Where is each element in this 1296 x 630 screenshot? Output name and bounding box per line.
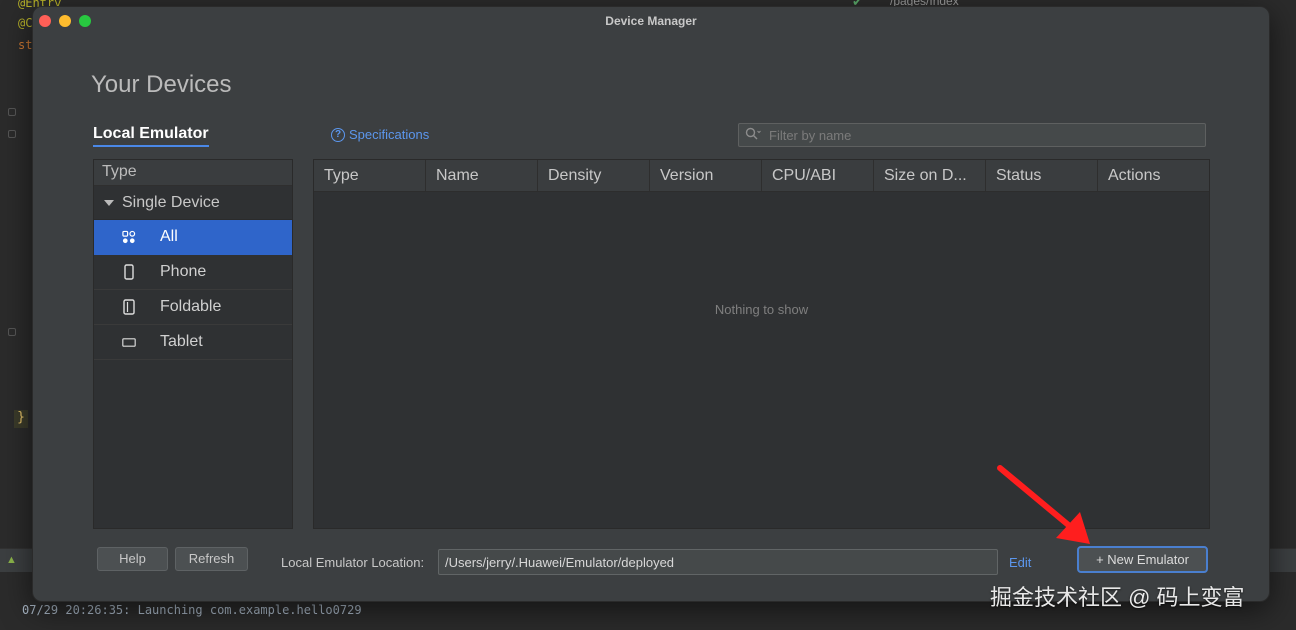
type-item-label: All bbox=[160, 228, 178, 245]
column-header-density[interactable]: Density bbox=[538, 160, 650, 191]
closing-brace: } bbox=[14, 410, 28, 428]
refresh-button[interactable]: Refresh bbox=[175, 547, 248, 571]
filter-input[interactable]: Filter by name bbox=[738, 123, 1206, 147]
help-button[interactable]: Help bbox=[97, 547, 168, 571]
column-header-size-on-disk[interactable]: Size on D... bbox=[874, 160, 986, 191]
column-header-cpu-abi[interactable]: CPU/ABI bbox=[762, 160, 874, 191]
foldable-icon bbox=[122, 299, 136, 315]
single-device-group[interactable]: Single Device bbox=[94, 186, 292, 220]
filter-placeholder: Filter by name bbox=[769, 128, 852, 143]
fold-marker-icon bbox=[8, 328, 16, 336]
specifications-link[interactable]: ? Specifications bbox=[331, 127, 429, 142]
run-icon[interactable]: ▲ bbox=[6, 554, 20, 568]
type-item-label: Tablet bbox=[160, 333, 203, 350]
emulator-location-label: Local Emulator Location: bbox=[281, 555, 425, 570]
help-circle-icon: ? bbox=[331, 127, 345, 142]
phone-icon bbox=[122, 264, 136, 280]
fold-marker-icon bbox=[8, 130, 16, 138]
table-header: Type Name Density Version CPU/ABI Size o… bbox=[314, 160, 1209, 192]
page-title: Your Devices bbox=[91, 71, 232, 98]
watermark: 掘金技术社区 @ 码上变富 bbox=[990, 585, 1245, 610]
column-header-version[interactable]: Version bbox=[650, 160, 762, 191]
column-header-status[interactable]: Status bbox=[986, 160, 1098, 191]
type-item-phone[interactable]: Phone bbox=[94, 255, 292, 290]
emulator-location-field[interactable]: /Users/jerry/.Huawei/Emulator/deployed bbox=[438, 549, 998, 575]
type-item-label: Phone bbox=[160, 263, 207, 280]
column-header-type[interactable]: Type bbox=[314, 160, 426, 191]
title-bar[interactable]: Device Manager bbox=[33, 7, 1269, 35]
console-line: 07/29 20:26:35: Launching com.example.he… bbox=[22, 603, 362, 617]
red-arrow-icon bbox=[997, 465, 1090, 544]
tab-local-emulator[interactable]: Local Emulator bbox=[93, 125, 209, 147]
type-item-label: Foldable bbox=[160, 298, 222, 315]
window-title: Device Manager bbox=[605, 14, 697, 28]
search-icon bbox=[745, 127, 761, 144]
new-emulator-button[interactable]: + New Emulator bbox=[1077, 546, 1208, 573]
fold-marker-icon bbox=[8, 108, 16, 116]
type-item-tablet[interactable]: Tablet bbox=[94, 325, 292, 360]
all-devices-icon bbox=[122, 230, 136, 245]
group-label: Single Device bbox=[122, 193, 220, 211]
code-line: st bbox=[18, 38, 33, 52]
type-item-all[interactable]: All bbox=[94, 220, 292, 255]
specifications-label: Specifications bbox=[349, 127, 430, 142]
edit-location-link[interactable]: Edit bbox=[1009, 555, 1031, 570]
type-item-foldable[interactable]: Foldable bbox=[94, 290, 292, 325]
collapse-triangle-icon[interactable] bbox=[104, 199, 114, 206]
empty-table-message: Nothing to show bbox=[714, 302, 809, 317]
device-type-panel: Type Single Device All Phone Foldable Ta… bbox=[93, 159, 293, 529]
column-header-name[interactable]: Name bbox=[426, 160, 538, 191]
type-panel-header: Type bbox=[94, 160, 292, 186]
tablet-icon bbox=[122, 337, 136, 348]
column-header-actions[interactable]: Actions bbox=[1098, 160, 1209, 191]
